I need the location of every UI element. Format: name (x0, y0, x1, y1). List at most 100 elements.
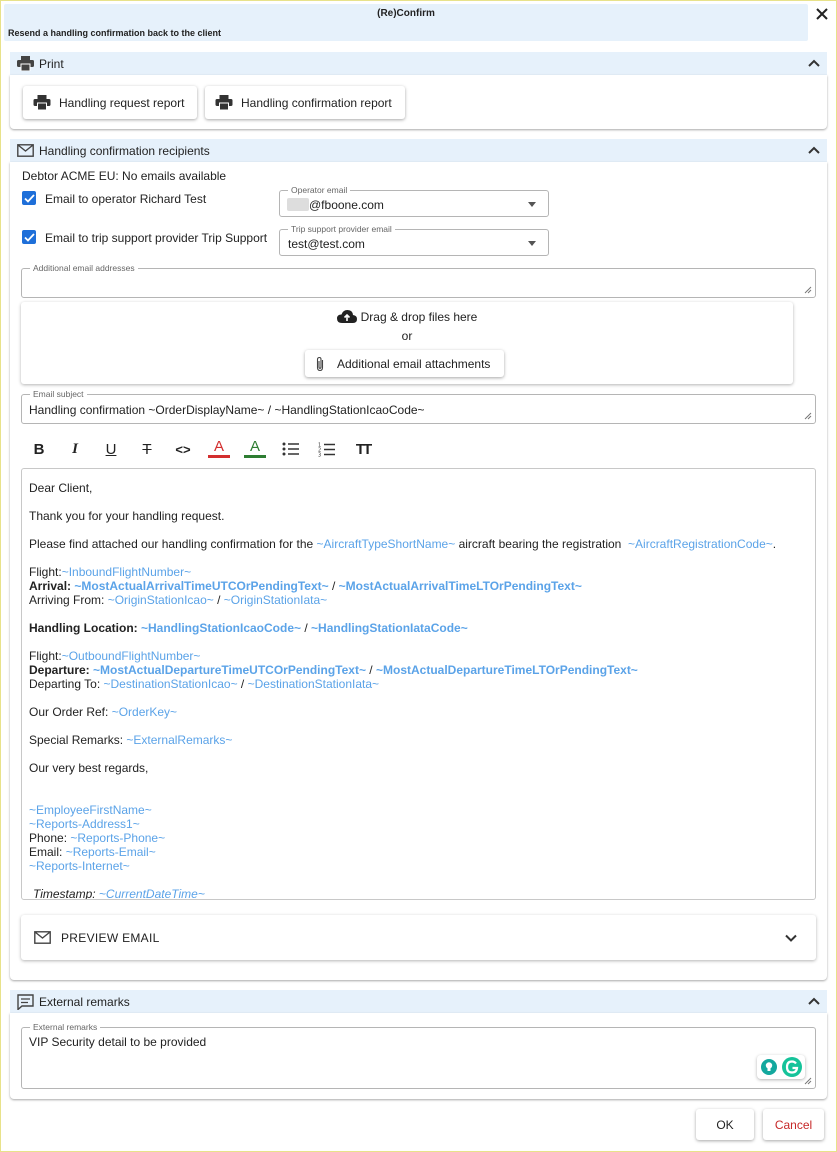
remarks-section-title: External remarks (39, 994, 130, 1009)
mail-icon (34, 931, 51, 944)
recipients-section-title: Handling confirmation recipients (39, 143, 210, 158)
operator-checkbox[interactable] (22, 191, 36, 205)
highlight-color-button[interactable]: A (243, 437, 267, 461)
additional-email-input[interactable]: Additional email addresses (21, 263, 816, 298)
print-panel: Handling request report Handling confirm… (10, 75, 827, 129)
italic-button[interactable]: I (63, 437, 87, 461)
trip-support-checkbox[interactable] (22, 230, 36, 244)
chevron-down-icon (785, 934, 797, 942)
close-icon (816, 8, 828, 20)
grammarly-icon (782, 1057, 802, 1077)
chevron-up-icon[interactable] (807, 56, 821, 70)
dropdown-caret-icon (528, 241, 536, 246)
email-body-editor[interactable]: Dear Client, Thank you for your handling… (21, 468, 816, 900)
cancel-button[interactable]: Cancel (763, 1109, 824, 1140)
mail-icon (16, 142, 34, 160)
comment-icon (16, 993, 34, 1011)
printer-icon (16, 55, 34, 73)
handling-request-report-button[interactable]: Handling request report (23, 86, 197, 119)
external-remarks-textarea[interactable]: External remarks VIP Security detail to … (21, 1022, 816, 1089)
preview-email-toggle[interactable]: PREVIEW EMAIL (21, 915, 816, 960)
email-subject-input[interactable]: Email subject Handling confirmation ~Ord… (21, 389, 816, 424)
dialog-title: (Re)Confirm (377, 8, 435, 19)
recipients-section-header[interactable]: Handling confirmation recipients (10, 139, 827, 162)
bullet-list-button[interactable] (279, 437, 303, 461)
print-section-title: Print (39, 56, 64, 71)
bullet-list-icon (282, 442, 299, 456)
dropzone-or: or (401, 329, 413, 343)
printer-icon (33, 94, 53, 112)
external-remarks-value: VIP Security detail to be provided (29, 1035, 207, 1049)
text-size-button[interactable]: TT (351, 437, 375, 461)
field-label: Operator email (288, 185, 351, 195)
body-reports-address: ~Reports-Address1~ (29, 817, 140, 831)
field-label: External remarks (30, 1022, 101, 1032)
body-inbound-flight: Flight:~InboundFlightNumber~ (29, 565, 192, 579)
body-departure: Departure: ~MostActualDepartureTimeUTCOr… (29, 663, 638, 677)
body-special-remarks: Special Remarks: ~ExternalRemarks~ (29, 733, 233, 747)
highlight-color-bar (244, 455, 266, 458)
lightbulb-icon (761, 1059, 777, 1075)
dropdown-caret-icon (528, 202, 536, 207)
redacted-block (287, 198, 309, 211)
body-outbound-flight: Flight:~OutboundFlightNumber~ (29, 649, 201, 663)
font-color-letter: A (213, 438, 224, 455)
body-order-ref: Our Order Ref: ~OrderKey~ (29, 705, 178, 719)
trip-support-email-select[interactable]: Trip support provider email test@test.co… (279, 224, 549, 256)
operator-email-select[interactable]: Operator email @fboone.com (279, 185, 549, 217)
paperclip-icon (315, 355, 331, 373)
font-color-button[interactable]: A (207, 437, 231, 461)
checkmark-icon (23, 193, 35, 203)
bold-button[interactable]: B (27, 437, 51, 461)
file-dropzone[interactable]: Drag & drop files here or Additional ema… (21, 302, 793, 384)
dialog-subtitle: Resend a handling confirmation back to t… (8, 28, 222, 38)
field-label: Trip support provider email (288, 224, 395, 234)
body-greeting: Dear Client, (29, 481, 93, 495)
body-employee-name: ~EmployeeFirstName~ (29, 803, 152, 817)
chevron-up-icon[interactable] (807, 143, 821, 157)
code-button[interactable]: <> (171, 437, 195, 461)
resize-handle-icon[interactable] (804, 412, 812, 420)
field-label: Additional email addresses (30, 263, 138, 273)
handling-confirmation-report-button[interactable]: Handling confirmation report (205, 86, 405, 119)
numbered-list-icon: 123 (318, 442, 335, 457)
close-button[interactable] (809, 2, 835, 26)
dialog-header: (Re)Confirm Resend a handling confirmati… (4, 4, 808, 41)
numbered-list-button[interactable]: 123 (315, 437, 339, 461)
button-label: Additional email attachments (337, 356, 491, 371)
checkmark-icon (23, 232, 35, 242)
dropzone-text: Drag & drop files here (360, 309, 478, 324)
resize-handle-icon[interactable] (804, 1077, 812, 1085)
font-color-bar (208, 455, 230, 458)
email-subject-value: Handling confirmation ~OrderDisplayName~… (29, 403, 425, 417)
body-phone: Phone: ~Reports-Phone~ (29, 831, 166, 845)
body-attached-line: Please find attached our handling confir… (29, 537, 777, 551)
preview-email-label: PREVIEW EMAIL (61, 930, 160, 945)
trip-support-checkbox-label: Email to trip support provider Trip Supp… (45, 231, 268, 245)
highlight-color-letter: A (249, 438, 260, 455)
chevron-up-icon[interactable] (807, 994, 821, 1008)
print-section-header[interactable]: Print (10, 52, 827, 75)
resize-handle-icon[interactable] (804, 286, 812, 294)
additional-attachments-button[interactable]: Additional email attachments (305, 350, 504, 377)
field-label: Email subject (30, 389, 87, 399)
strikethrough-button[interactable]: T (135, 437, 159, 461)
body-thanks: Thank you for your handling request. (29, 509, 225, 523)
ok-button[interactable]: OK (696, 1109, 754, 1140)
body-departing-to: Departing To: ~DestinationStationIcao~ /… (29, 677, 380, 691)
debtor-note: Debtor ACME EU: No emails available (22, 169, 227, 183)
remarks-section-header[interactable]: External remarks (10, 990, 827, 1013)
underline-button[interactable]: U (99, 437, 123, 461)
printer-icon (215, 94, 235, 112)
body-arrival: Arrival: ~MostActualArrivalTimeUTCOrPend… (29, 579, 582, 593)
svg-text:3: 3 (318, 452, 321, 457)
trip-support-email-value: test@test.com (288, 237, 365, 251)
button-label: Handling request report (59, 95, 185, 110)
body-handling-location: Handling Location: ~HandlingStationIcaoC… (29, 621, 468, 635)
cloud-upload-icon (336, 310, 357, 323)
grammarly-widget[interactable] (757, 1055, 805, 1079)
body-email: Email: ~Reports-Email~ (29, 845, 156, 859)
operator-email-value: @fboone.com (309, 198, 384, 212)
operator-checkbox-label: Email to operator Richard Test (45, 192, 207, 206)
text-size-icon: TT (355, 440, 372, 458)
